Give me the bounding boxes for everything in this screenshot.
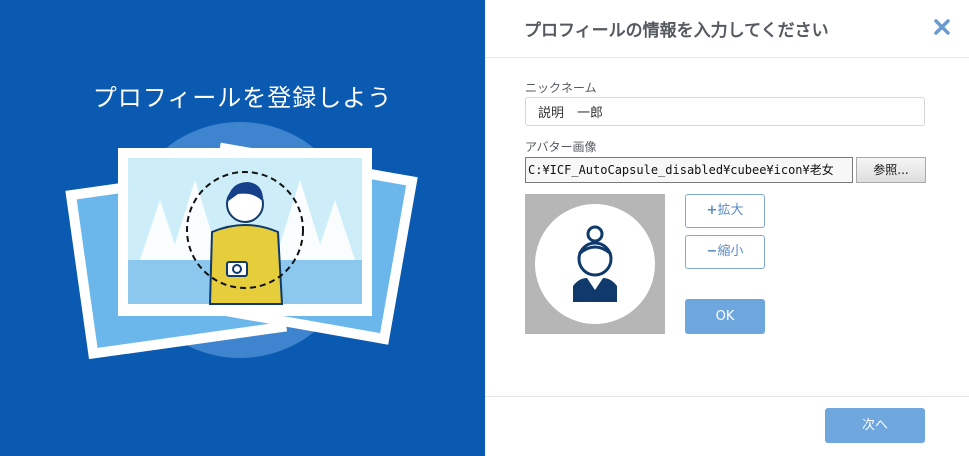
left-panel-title: プロフィールを登録しよう	[92, 84, 393, 112]
profile-dialog: プロフィールを登録しよう プロフィールの情報を入力してください ニックネーム 説…	[0, 0, 969, 456]
zoom-in-button[interactable]: +拡大	[685, 194, 765, 228]
next-button[interactable]: 次へ	[825, 408, 925, 443]
nickname-input[interactable]	[525, 97, 925, 126]
avatar-file-path-field[interactable]: C:¥ICF_AutoCapsule_disabled¥cubee¥icon¥老…	[525, 157, 853, 183]
dialog-header: プロフィールの情報を入力してください	[485, 0, 969, 58]
zoom-out-label: 縮小	[717, 244, 744, 259]
minus-icon: −	[706, 244, 718, 259]
zoom-in-label: 拡大	[717, 203, 744, 218]
plus-icon: +	[706, 203, 718, 218]
avatar-preview	[525, 194, 665, 334]
browse-button[interactable]: 参照...	[856, 157, 926, 183]
avatar-label: アバター画像	[525, 140, 597, 154]
right-panel: プロフィールの情報を入力してください ニックネーム アバター画像 C:¥ICF_…	[485, 0, 969, 456]
elderly-woman-icon	[573, 225, 617, 302]
dialog-footer: 次へ	[485, 396, 969, 456]
ok-button[interactable]: OK	[685, 299, 765, 334]
zoom-out-button[interactable]: −縮小	[685, 235, 765, 269]
close-icon[interactable]	[931, 16, 953, 38]
avatar-circle	[535, 204, 655, 324]
nickname-label: ニックネーム	[525, 81, 597, 95]
photo-illustration	[65, 122, 418, 360]
dialog-title: プロフィールの情報を入力してください	[524, 21, 829, 41]
left-panel: プロフィールを登録しよう	[0, 0, 485, 456]
